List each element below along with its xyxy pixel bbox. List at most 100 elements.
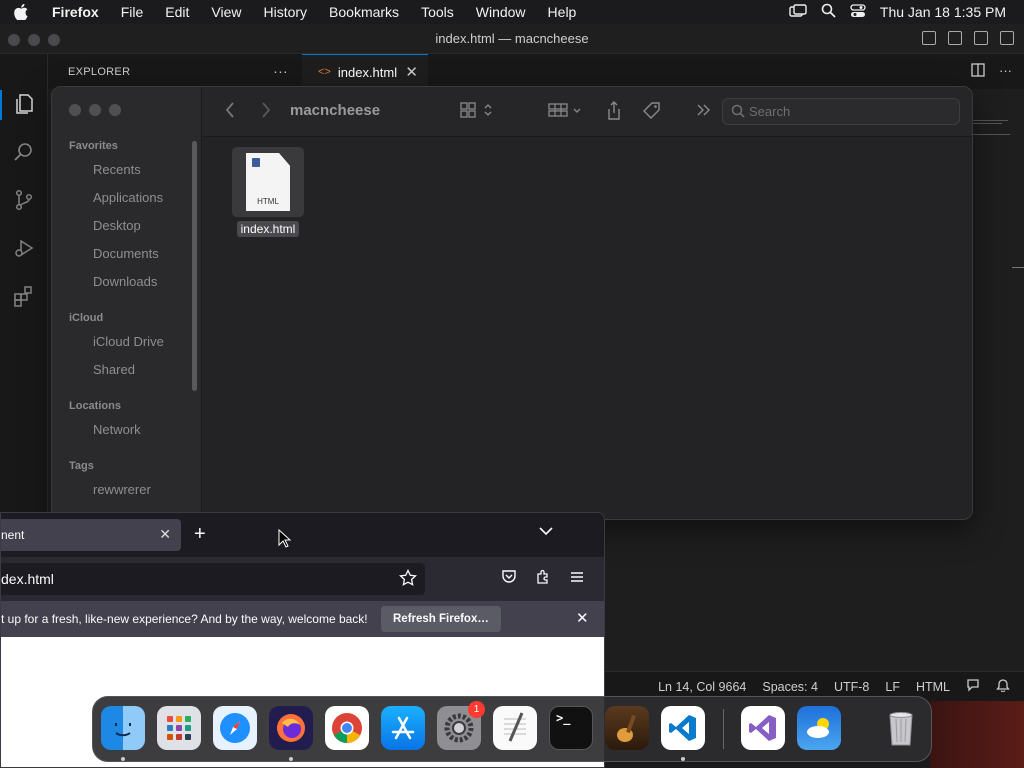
extensions-icon[interactable]: [535, 569, 551, 588]
menu-history[interactable]: History: [252, 4, 318, 20]
sidebar-item-icloud-drive[interactable]: iCloud Drive: [93, 334, 164, 349]
toggle-primary-sidebar-icon[interactable]: [922, 31, 936, 45]
search-icon[interactable]: [10, 138, 38, 166]
menu-tools[interactable]: Tools: [410, 4, 465, 20]
sidebar-item-recents[interactable]: Recents: [93, 162, 141, 177]
extensions-icon[interactable]: [10, 282, 38, 310]
url-bar[interactable]: dex.html: [1, 563, 425, 595]
sidebar-item-desktop[interactable]: Desktop: [93, 218, 141, 233]
pocket-icon[interactable]: [501, 569, 517, 588]
control-center-icon[interactable]: [850, 3, 866, 21]
sidebar-item-shared[interactable]: Shared: [93, 362, 135, 377]
textedit-icon[interactable]: [493, 706, 537, 750]
menu-bookmarks[interactable]: Bookmarks: [318, 4, 410, 20]
toggle-secondary-sidebar-icon[interactable]: [974, 31, 988, 45]
spotlight-search-icon[interactable]: [821, 3, 836, 21]
mouse-cursor-icon: [278, 528, 292, 552]
app-store-icon[interactable]: [381, 706, 425, 750]
notifications-bell-icon[interactable]: [996, 678, 1010, 695]
status-indentation[interactable]: Spaces: 4: [762, 680, 818, 694]
refresh-firefox-button[interactable]: Refresh Firefox…: [381, 606, 501, 632]
file-name[interactable]: index.html: [236, 221, 300, 237]
file-item-index-html[interactable]: HTML index.html: [232, 147, 304, 237]
back-icon[interactable]: [224, 101, 236, 123]
minimap-line: [972, 134, 1010, 135]
editor-scroll-indicator[interactable]: [1012, 267, 1024, 268]
tag-icon[interactable]: [642, 101, 662, 125]
dock-separator: [723, 709, 724, 749]
share-icon[interactable]: [606, 101, 622, 125]
sidebar-scrollbar[interactable]: [192, 141, 197, 391]
sidebar-section-locations: Locations: [69, 400, 121, 412]
menu-help[interactable]: Help: [537, 4, 588, 20]
close-tab-icon[interactable]: ✕: [159, 526, 171, 543]
tab-index-html[interactable]: <> index.html ✕: [302, 54, 428, 89]
minimize-window-button[interactable]: [28, 34, 40, 46]
firefox-tab-title: nent: [1, 528, 25, 542]
feedback-icon[interactable]: [966, 678, 980, 695]
visual-studio-icon[interactable]: [741, 706, 785, 750]
trash-icon[interactable]: [879, 706, 923, 750]
document-type-label: HTML: [257, 197, 279, 206]
finder-close-button[interactable]: [69, 104, 81, 116]
firefox-tab-strip: nent ✕ +: [1, 513, 604, 557]
sidebar-item-applications[interactable]: Applications: [93, 190, 163, 205]
tab-label: index.html: [337, 64, 398, 80]
file-thumbnail[interactable]: HTML: [232, 147, 304, 217]
status-encoding[interactable]: UTF-8: [834, 680, 869, 694]
firefox-app-icon[interactable]: [269, 706, 313, 750]
explorer-files-icon[interactable]: [10, 90, 38, 118]
minimap-line: [972, 123, 1002, 124]
app-menu-icon[interactable]: [569, 569, 585, 588]
bookmark-star-icon[interactable]: [399, 568, 417, 590]
menu-view[interactable]: View: [200, 4, 252, 20]
firefox-tab[interactable]: nent ✕: [1, 519, 181, 551]
sidebar-item-tag[interactable]: rewwrerer: [93, 482, 151, 497]
close-window-button[interactable]: [8, 34, 20, 46]
launchpad-icon[interactable]: [157, 706, 201, 750]
menu-clock[interactable]: Thu Jan 18 1:35 PM: [880, 4, 1006, 20]
close-notification-icon[interactable]: ✕: [576, 609, 589, 627]
terminal-icon[interactable]: >_: [549, 706, 593, 750]
finder-search-field[interactable]: Search: [722, 98, 960, 125]
safari-icon[interactable]: [213, 706, 257, 750]
group-by-icon[interactable]: [548, 101, 584, 123]
finder-app-icon[interactable]: [101, 706, 145, 750]
more-toolbar-items-icon[interactable]: [696, 102, 712, 122]
explorer-more-actions-icon[interactable]: ···: [273, 63, 288, 79]
status-eol[interactable]: LF: [885, 680, 900, 694]
source-control-icon[interactable]: [10, 186, 38, 214]
new-tab-button[interactable]: +: [194, 523, 206, 546]
vscode-app-icon[interactable]: [661, 706, 705, 750]
view-mode-icon[interactable]: [460, 101, 496, 123]
run-debug-icon[interactable]: [10, 234, 38, 262]
menu-edit[interactable]: Edit: [154, 4, 200, 20]
editor-more-actions-icon[interactable]: ···: [999, 63, 1012, 80]
close-tab-icon[interactable]: ✕: [405, 63, 418, 81]
sidebar-section-icloud: iCloud: [69, 312, 104, 324]
split-editor-icon[interactable]: [971, 63, 985, 80]
status-cursor-position[interactable]: Ln 14, Col 9664: [658, 680, 746, 694]
weather-icon[interactable]: [797, 706, 841, 750]
customize-layout-icon[interactable]: [1000, 31, 1014, 45]
screen-mirroring-icon[interactable]: [789, 3, 807, 21]
menu-window[interactable]: Window: [465, 4, 537, 20]
toggle-panel-icon[interactable]: [948, 31, 962, 45]
status-language-mode[interactable]: HTML: [916, 680, 950, 694]
finder-minimize-button[interactable]: [89, 104, 101, 116]
menu-app-name[interactable]: Firefox: [40, 4, 110, 20]
system-settings-icon[interactable]: 1: [437, 701, 485, 750]
finder-zoom-button[interactable]: [109, 104, 121, 116]
sidebar-item-network[interactable]: Network: [93, 422, 141, 437]
sidebar-item-documents[interactable]: Documents: [93, 246, 159, 261]
sidebar-item-downloads[interactable]: Downloads: [93, 274, 157, 289]
apple-icon[interactable]: [14, 4, 40, 20]
sidebar-section-tags: Tags: [69, 460, 94, 472]
garageband-icon[interactable]: [605, 706, 649, 750]
chrome-icon[interactable]: [325, 706, 369, 750]
list-all-tabs-icon[interactable]: [538, 525, 554, 540]
vscode-window-title: index.html — macncheese: [435, 31, 589, 46]
zoom-window-button[interactable]: [48, 34, 60, 46]
menu-file[interactable]: File: [110, 4, 155, 20]
forward-icon[interactable]: [260, 101, 272, 123]
